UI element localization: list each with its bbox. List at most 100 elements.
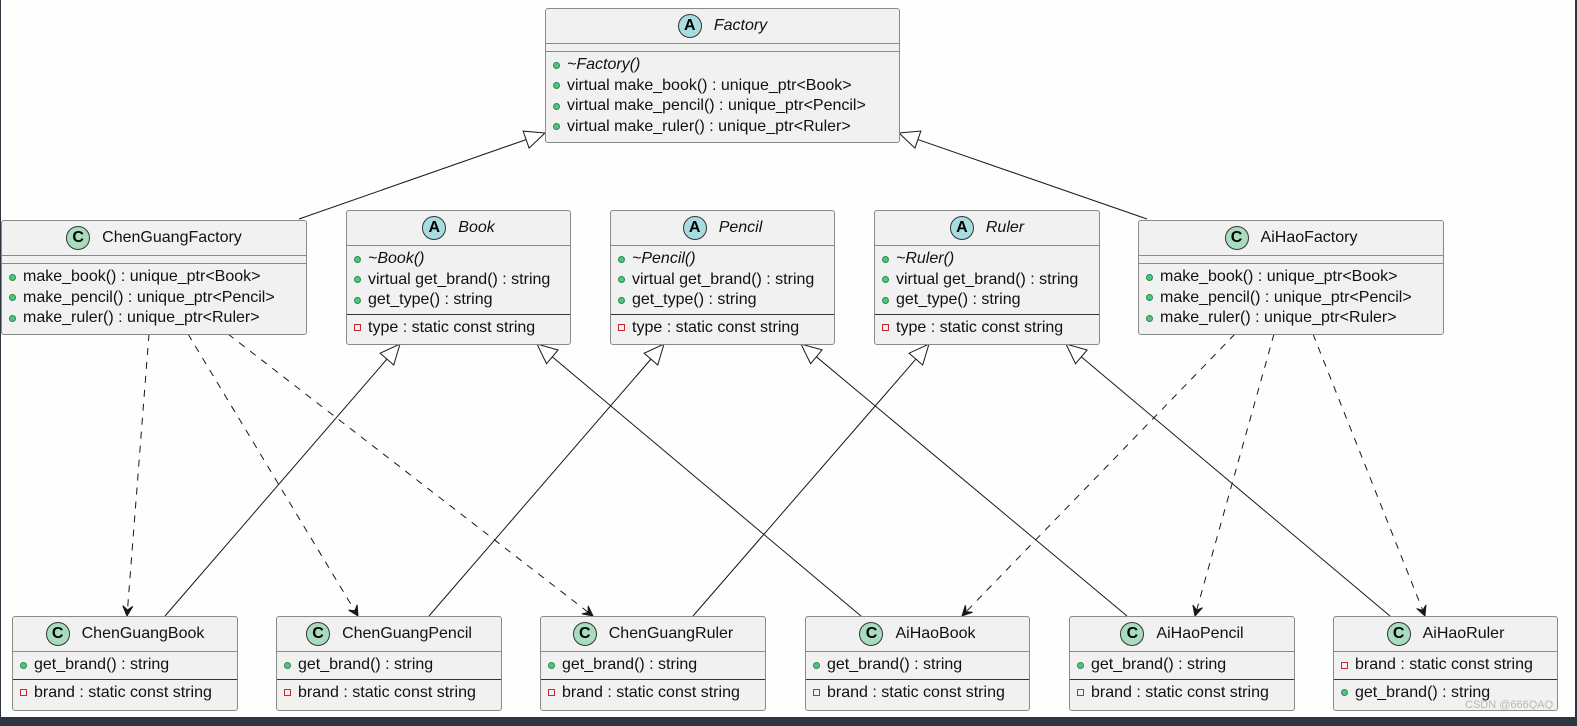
hollow-triangle-arrowhead-icon xyxy=(908,343,930,366)
member-text: get_type() : string xyxy=(632,291,757,309)
public-visibility-icon xyxy=(882,296,889,304)
class-icon: C xyxy=(1386,622,1411,646)
edge-line xyxy=(126,333,150,615)
watermark: CSDN @666QAQ xyxy=(1465,699,1554,711)
class-section: get_brand() : string xyxy=(13,652,237,679)
class-header: A Book xyxy=(347,211,570,246)
public-visibility-icon xyxy=(1146,314,1153,322)
public-visibility-icon xyxy=(1341,689,1348,697)
class-member: brand : static const string xyxy=(1341,655,1557,676)
member-text: brand : static const string xyxy=(827,683,1005,701)
hollow-triangle-arrowhead-icon xyxy=(800,343,824,365)
member-text: get_brand() : string xyxy=(827,656,963,674)
class-member: virtual get_brand() : string xyxy=(618,270,834,291)
class-header: A Ruler xyxy=(875,211,1099,246)
dependency-edge-chen-guang-factory-to-chen-guang-ruler xyxy=(227,333,594,617)
class-ruler: A Ruler ~Ruler() virtual get_brand() : stri… xyxy=(874,210,1100,345)
class-member: virtual make_book() : unique_ptr<Book> xyxy=(553,76,899,97)
member-text: brand : static const string xyxy=(1355,656,1533,674)
class-member: ~Pencil() xyxy=(618,249,834,270)
class-member: make_book() : unique_ptr<Book> xyxy=(1146,267,1443,288)
public-visibility-icon xyxy=(20,661,27,669)
class-member: get_brand() : string xyxy=(284,655,501,676)
public-visibility-icon xyxy=(813,661,820,669)
member-text: virtual get_brand() : string xyxy=(896,270,1079,288)
member-text: type : static const string xyxy=(368,318,536,336)
edge-line xyxy=(1080,356,1391,617)
class-icon: C xyxy=(45,622,70,646)
class-chen-guang-factory: C ChenGuangFactory make_book() : unique_pt… xyxy=(1,220,307,335)
class-icon: C xyxy=(572,622,597,646)
member-text: virtual make_pencil() : unique_ptr<Penci… xyxy=(567,97,866,115)
public-visibility-icon xyxy=(553,102,560,110)
member-text: make_ruler() : unique_ptr<Ruler> xyxy=(1160,309,1397,327)
class-member: virtual make_pencil() : unique_ptr<Penci… xyxy=(553,96,899,117)
member-text: get_brand() : string xyxy=(298,656,434,674)
private-visibility-icon xyxy=(882,324,889,332)
class-header: A Pencil xyxy=(611,211,834,246)
public-visibility-icon xyxy=(9,314,16,322)
dependency-edge-ai-hao-factory-to-ai-hao-pencil xyxy=(1192,333,1275,618)
class-section: get_brand() : string xyxy=(277,652,501,679)
member-text: make_book() : unique_ptr<Book> xyxy=(23,268,261,286)
inheritance-edge-ai-hao-pencil-to-pencil xyxy=(800,343,1128,617)
private-visibility-icon xyxy=(548,689,555,697)
edge-line xyxy=(187,333,358,615)
private-visibility-icon xyxy=(1077,689,1084,697)
class-member: get_type() : string xyxy=(882,290,1099,311)
class-name: Factory xyxy=(713,17,768,34)
public-visibility-icon xyxy=(882,276,889,284)
class-section: ~Factory() virtual make_book() : unique_p… xyxy=(546,51,899,140)
edge-line xyxy=(551,356,862,617)
class-name: ChenGuangBook xyxy=(81,625,205,642)
class-member: get_brand() : string xyxy=(20,655,237,676)
member-text: brand : static const string xyxy=(298,683,476,701)
edge-line xyxy=(227,333,592,616)
abstract-class-icon: A xyxy=(682,216,707,240)
public-visibility-icon xyxy=(9,294,16,302)
class-section: brand : static const string xyxy=(541,678,765,707)
class-name: Ruler xyxy=(985,219,1025,236)
class-section: brand : static const string xyxy=(277,678,501,707)
class-member: type : static const string xyxy=(882,318,1099,339)
public-visibility-icon xyxy=(882,255,889,263)
dependency-edge-ai-hao-factory-to-ai-hao-ruler xyxy=(1312,333,1427,618)
open-arrowhead-icon xyxy=(348,604,359,617)
public-visibility-icon xyxy=(618,296,625,304)
edge-line xyxy=(692,358,917,617)
private-visibility-icon xyxy=(20,689,27,697)
public-visibility-icon xyxy=(354,255,361,263)
class-pencil: A Pencil ~Pencil() virtual get_brand() : st… xyxy=(610,210,835,345)
class-factory: A Factory ~Factory() virtual make_book() : … xyxy=(545,8,900,143)
class-member: virtual get_brand() : string xyxy=(882,270,1099,291)
edge-line xyxy=(164,358,388,617)
class-section: get_brand() : string xyxy=(806,652,1029,679)
public-visibility-icon xyxy=(354,296,361,304)
abstract-class-icon: A xyxy=(949,216,974,240)
member-text: brand : static const string xyxy=(1091,683,1269,701)
class-section: type : static const string xyxy=(611,313,834,342)
public-visibility-icon xyxy=(1146,273,1153,281)
member-text: get_brand() : string xyxy=(1091,656,1227,674)
class-member: brand : static const string xyxy=(1077,683,1294,704)
class-book: A Book ~Book() virtual get_brand() : string… xyxy=(346,210,571,345)
member-text: virtual get_brand() : string xyxy=(368,270,551,288)
dependency-edge-chen-guang-factory-to-chen-guang-pencil xyxy=(187,333,359,617)
member-text: type : static const string xyxy=(896,318,1064,336)
public-visibility-icon xyxy=(284,661,291,669)
class-header: C AiHaoPencil xyxy=(1070,617,1294,652)
edge-line xyxy=(1195,333,1275,615)
member-text: get_type() : string xyxy=(368,291,493,309)
private-visibility-icon xyxy=(354,324,361,332)
member-text: make_pencil() : unique_ptr<Pencil> xyxy=(1160,288,1412,306)
class-name: AiHaoPencil xyxy=(1156,625,1244,642)
hollow-triangle-arrowhead-icon xyxy=(379,343,401,366)
class-ai-hao-ruler: C AiHaoRuler brand : static const string ge… xyxy=(1333,616,1558,711)
class-name: Book xyxy=(458,219,495,236)
private-visibility-icon xyxy=(813,689,820,697)
member-text: make_pencil() : unique_ptr<Pencil> xyxy=(23,288,275,306)
class-name: AiHaoRuler xyxy=(1422,625,1505,642)
abstract-class-icon: A xyxy=(677,14,702,38)
class-header: C AiHaoRuler xyxy=(1334,617,1557,652)
class-member: ~Book() xyxy=(354,249,570,270)
